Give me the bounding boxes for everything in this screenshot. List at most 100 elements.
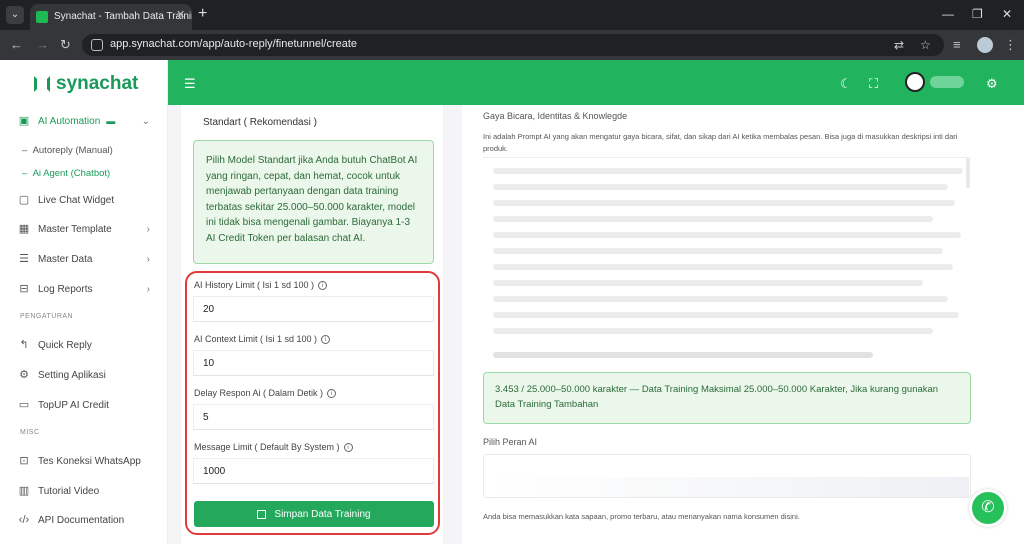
style-label: Gaya Bicara, Identitas & Knowlegde [483, 111, 628, 121]
sidebar-item-live-chat[interactable]: ▢ Live Chat Widget [0, 188, 168, 212]
info-icon[interactable]: i [343, 443, 353, 453]
blurred-text [493, 312, 959, 318]
sidebar-item-label: Quick Reply [38, 339, 92, 351]
sidebar-item-tes-koneksi[interactable]: ⊡ Tes Koneksi WhatsApp [0, 449, 168, 473]
tab-search-icon[interactable]: ⌄ [6, 6, 24, 24]
label-text: Message Limit ( Default By System ) [194, 442, 340, 452]
translate-icon[interactable]: ⇄ [894, 38, 904, 52]
tab-close-icon[interactable]: ✕ [176, 8, 185, 21]
sidebar-item-ai-agent[interactable]: – Ai Agent (Chatbot) [22, 168, 110, 179]
message-limit-label: Message Limit ( Default By System ) i [194, 442, 353, 453]
badge-icon: ▬ [106, 116, 116, 126]
sidebar-item-log-reports[interactable]: ⊟ Log Reports › [0, 277, 168, 301]
new-tab-icon[interactable]: + [198, 5, 207, 23]
role-label: Pilih Peran AI [483, 437, 538, 447]
chevron-right-icon: › [146, 253, 150, 265]
browser-toolbar: ← → ↻ app.synachat.com/app/auto-reply/fi… [0, 30, 1024, 60]
blurred-text [493, 232, 961, 238]
sidebar-item-master-data[interactable]: ☰ Master Data › [0, 247, 168, 271]
message-limit-input[interactable]: 1000 [193, 458, 434, 484]
reply-icon: ↰ [19, 339, 29, 351]
model-select[interactable]: Standart ( Rekomendasi ) [203, 117, 317, 128]
sidebar-item-label: Ai Agent (Chatbot) [32, 168, 111, 179]
context-limit-input[interactable]: 10 [193, 350, 434, 376]
sidebar-item-api-doc[interactable]: ‹/› API Documentation [0, 508, 168, 532]
character-count-alert: 3.453 / 25.000–50.000 karakter — Data Tr… [483, 372, 971, 424]
media-icon[interactable]: ≡ [953, 37, 961, 52]
favicon-icon [36, 11, 48, 23]
reload-icon[interactable]: ↻ [60, 37, 71, 53]
blurred-text [493, 352, 873, 358]
gear-icon: ⚙ [19, 369, 29, 381]
sidebar-item-label: Master Template [38, 223, 112, 235]
user-name-blurred[interactable] [930, 76, 964, 88]
whatsapp-test-icon: ⊡ [19, 455, 29, 467]
info-icon[interactable]: i [321, 335, 331, 345]
bookmark-star-icon[interactable]: ☆ [920, 38, 931, 52]
textarea-scrollbar[interactable] [966, 158, 970, 188]
dark-mode-icon[interactable]: ☾ [840, 76, 852, 92]
sidebar-item-tutorial[interactable]: ▥ Tutorial Video [0, 479, 168, 503]
info-icon[interactable]: i [318, 281, 328, 291]
delay-respon-input[interactable]: 5 [193, 404, 434, 430]
settings-gear-icon[interactable]: ⚙ [986, 76, 998, 92]
logo-icon [34, 76, 50, 92]
browser-menu-icon[interactable]: ⋮ [1004, 37, 1017, 53]
sidebar-item-label: Master Data [38, 253, 93, 265]
url-text: app.synachat.com/app/auto-reply/finetunn… [110, 38, 358, 50]
section-label-misc: MISC [20, 429, 40, 436]
book-icon: ▥ [18, 485, 30, 497]
chevron-right-icon: › [146, 283, 150, 295]
restore-icon[interactable]: ❐ [972, 7, 983, 21]
save-training-button[interactable]: Simpan Data Training [194, 501, 434, 527]
forward-icon[interactable]: → [36, 37, 49, 52]
sidebar-item-label: API Documentation [38, 514, 125, 526]
info-icon[interactable]: i [327, 389, 337, 399]
context-limit-label: AI Context Limit ( Isi 1 sd 100 ) i [194, 334, 331, 345]
sidebar-item-topup[interactable]: ▭ TopUP AI Credit [0, 393, 168, 417]
fullscreen-icon[interactable]: ⛶ [869, 76, 878, 92]
prompt-textarea[interactable] [483, 157, 971, 363]
tab-title: Synachat - Tambah Data Training F [54, 11, 192, 22]
blurred-text [485, 477, 969, 497]
minimize-icon[interactable]: — [942, 7, 954, 21]
label-text: AI History Limit ( Isi 1 sd 100 ) [194, 280, 315, 290]
address-bar[interactable]: app.synachat.com/app/auto-reply/finetunn… [82, 34, 944, 56]
whatsapp-chat-icon[interactable]: ✆ [969, 489, 1007, 527]
sidebar-item-master-template[interactable]: ▦ Master Template › [0, 217, 168, 241]
user-avatar[interactable] [905, 72, 925, 92]
sidebar-item-label: Log Reports [38, 283, 93, 295]
hamburger-menu-icon[interactable]: ☰ [184, 76, 196, 92]
history-limit-input[interactable]: 20 [193, 296, 434, 322]
delay-respon-label: Delay Respon Ai ( Dalam Detik ) i [194, 388, 337, 399]
credit-card-icon: ▭ [18, 399, 30, 411]
blurred-text [493, 216, 933, 222]
back-icon[interactable]: ← [10, 37, 23, 52]
model-info-alert: Pilih Model Standart jika Anda butuh Cha… [193, 140, 434, 264]
sidebar-item-ai-automation[interactable]: ▣ AI Automation ▬ ⌄ [0, 109, 168, 133]
sidebar-item-label: Setting Aplikasi [38, 369, 106, 381]
role-hint: Anda bisa memasukkan kata sapaan, promo … [483, 512, 800, 521]
sidebar-item-quick-reply[interactable]: ↰ Quick Reply [0, 333, 168, 357]
browser-tab[interactable]: Synachat - Tambah Data Training F [30, 4, 192, 30]
chevron-down-icon: ⌄ [141, 115, 150, 127]
blurred-text [493, 328, 933, 334]
brand-name: synachat [56, 73, 139, 94]
blurred-text [493, 200, 955, 206]
blurred-text [493, 184, 948, 190]
save-icon [257, 509, 267, 519]
close-window-icon[interactable]: ✕ [1002, 7, 1012, 21]
sidebar-item-autoreply-manual[interactable]: – Autoreply (Manual) [22, 145, 113, 156]
label-text: AI Context Limit ( Isi 1 sd 100 ) [194, 334, 318, 344]
blurred-text [493, 296, 948, 302]
code-icon: ‹/› [18, 514, 30, 526]
site-info-icon[interactable] [91, 39, 103, 51]
section-label-pengaturan: PENGATURAN [20, 313, 74, 320]
chevron-right-icon: › [146, 223, 150, 235]
report-icon: ⊟ [19, 283, 29, 295]
profile-avatar[interactable] [977, 37, 993, 53]
label-text: Delay Respon Ai ( Dalam Detik ) [194, 388, 324, 398]
sidebar-item-setting-aplikasi[interactable]: ⚙ Setting Aplikasi [0, 363, 168, 387]
brand-logo[interactable]: synachat [34, 73, 138, 95]
robot-icon: ▣ [18, 115, 30, 127]
